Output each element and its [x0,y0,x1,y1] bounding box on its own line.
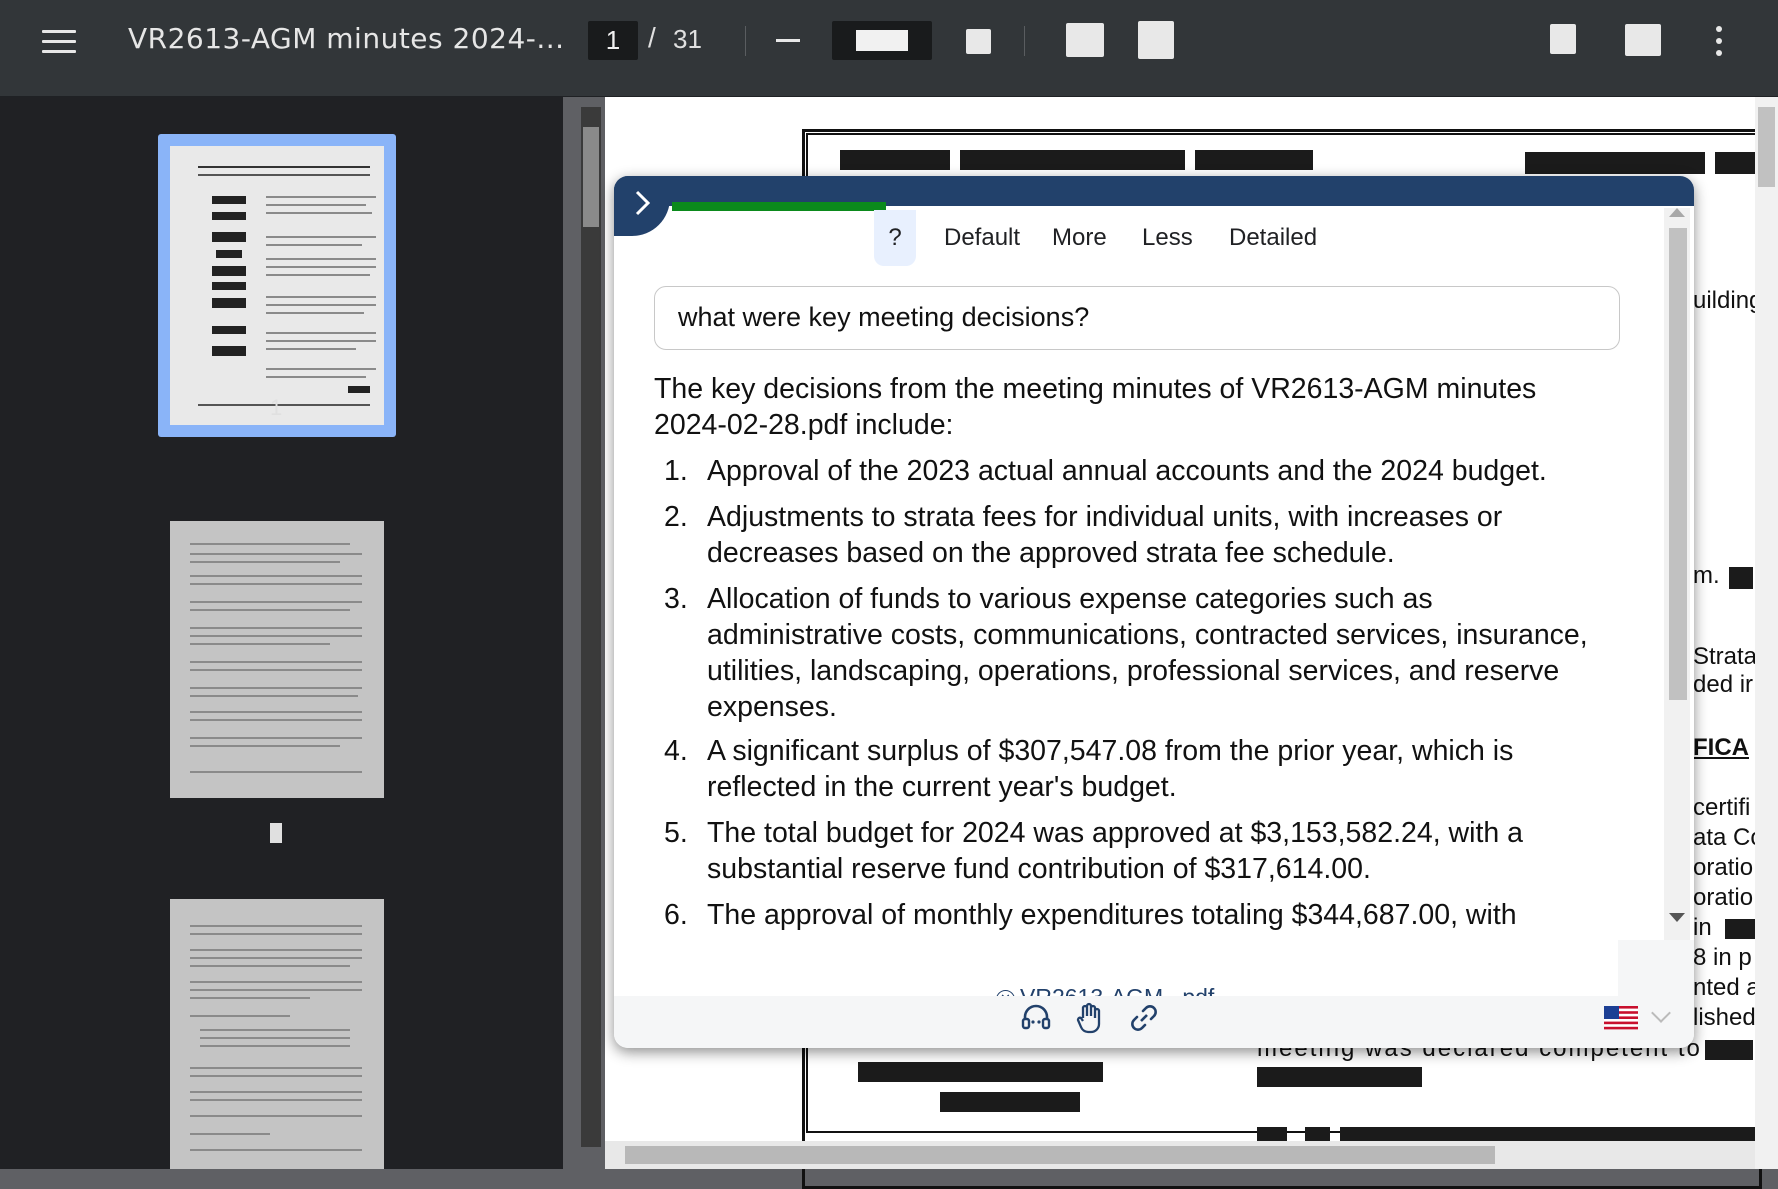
rotate-icon[interactable] [1138,21,1174,59]
doc-text: Strata [1693,643,1758,670]
thumbnail-page-3[interactable] [170,899,384,1169]
headset-icon[interactable] [1018,1000,1054,1036]
hand-pointer-icon[interactable] [1072,1000,1108,1036]
assistant-panel: ? Default More Less Detailed what were k… [614,176,1694,1048]
menu-icon[interactable] [42,28,76,54]
zoom-field[interactable] [832,21,932,60]
list-text: The total budget for 2024 was approved a… [707,817,1523,885]
scroll-down-icon[interactable] [1669,913,1685,922]
answer-text: The key decisions from the meeting minut… [654,371,1599,1011]
page-number-input[interactable]: 1 [588,21,638,60]
list-number: 1. [664,455,688,487]
list-text: Approval of the 2023 actual annual accou… [707,455,1547,487]
page-separator: / [648,22,656,53]
thumbnail-label-2 [270,823,282,843]
print-icon[interactable] [1625,24,1661,56]
toolbar-divider [1024,26,1025,56]
progress-bar [672,202,886,211]
answer-scrollbar[interactable] [1664,208,1690,968]
doc-text: m. [1693,562,1720,589]
link-icon[interactable] [1126,1000,1162,1036]
thumbnail-sidebar: 1 [0,97,563,1169]
doc-text: lished [1693,1004,1756,1031]
doc-text: oratio [1693,854,1754,881]
list-number: 3. [664,583,688,615]
document-horizontal-scrollbar[interactable] [605,1141,1755,1169]
list-text: A significant surplus of $307,547.08 fro… [707,735,1514,803]
pdf-toolbar: VR2613-AGM minutes 2024-... 1 / 31 [0,0,1778,97]
more-options-icon[interactable] [1716,26,1722,56]
answer-intro: The key decisions from the meeting minut… [654,373,1537,441]
language-dropdown-icon[interactable] [1651,1003,1671,1023]
list-number: 2. [664,501,688,533]
tab-more[interactable]: More [1052,210,1107,266]
chevron-right-icon [635,190,651,216]
scroll-up-icon[interactable] [1669,208,1685,217]
list-text: Adjustments to strata fees for individua… [707,501,1503,569]
tab-default[interactable]: Default [944,210,1020,266]
document-vertical-scrollbar[interactable] [1755,97,1778,1169]
thumbnail-page-1[interactable] [158,134,396,437]
tab-help[interactable]: ? [874,210,916,266]
page-total: 31 [673,24,702,54]
tab-less[interactable]: Less [1142,210,1193,266]
doc-text: oratio [1693,884,1754,911]
document-title: VR2613-AGM minutes 2024-... [128,22,565,55]
sidebar-scrollbar[interactable] [563,97,605,1169]
toolbar-divider [745,26,746,56]
doc-text: ata Co [1693,824,1764,851]
list-number: 4. [664,735,688,767]
doc-text: nted a [1693,974,1760,1001]
doc-text: FICA [1693,734,1749,761]
collapse-panel-button[interactable] [614,176,670,236]
thumbnail-label-1: 1 [270,395,283,420]
zoom-in-icon[interactable] [966,29,991,54]
list-text: The approval of monthly expenditures tot… [707,899,1517,931]
doc-text: uilding [1693,287,1763,314]
list-number: 5. [664,817,688,849]
thumbnail-page-2[interactable] [170,521,384,798]
us-flag-icon[interactable] [1604,1006,1638,1030]
fit-page-icon[interactable] [1066,23,1104,57]
list-number: 6. [664,899,688,931]
doc-text: 8 in p [1693,944,1752,971]
list-text: Allocation of funds to various expense c… [707,583,1588,723]
zoom-out-icon[interactable] [776,39,800,42]
doc-text: in [1693,914,1712,941]
tab-detailed[interactable]: Detailed [1229,210,1317,266]
query-input[interactable]: what were key meeting decisions? [654,286,1620,350]
download-icon[interactable] [1550,24,1576,54]
doc-text: ded ir [1693,671,1754,698]
doc-text: certifi [1693,794,1751,821]
assistant-footer [614,996,1694,1048]
